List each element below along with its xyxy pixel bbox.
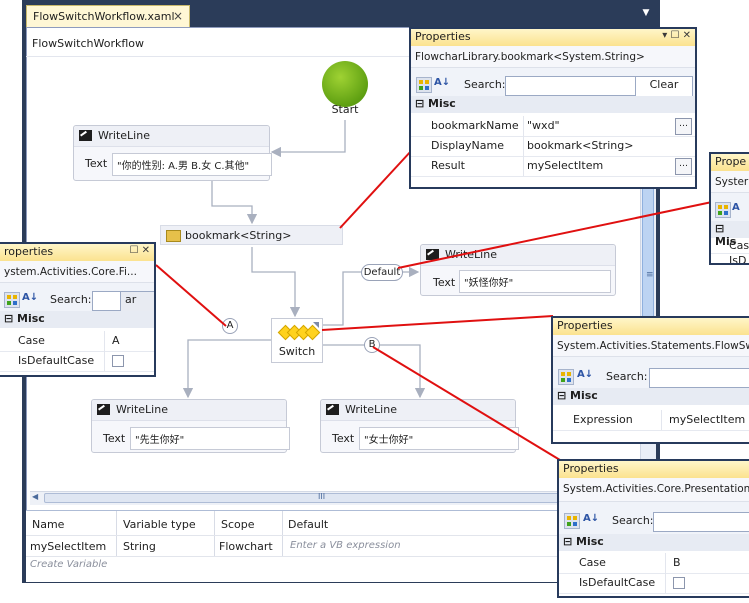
categorized-icon[interactable] [715, 202, 731, 218]
search-label: Search: [612, 514, 654, 527]
property-row[interactable]: Result mySelectItem … [411, 156, 695, 177]
panel-title: Prope [715, 155, 747, 168]
panel-toolbar: A↓ Search: ar [0, 288, 154, 313]
category-label: Misc [428, 97, 456, 110]
sort-alpha-icon[interactable]: A↓ [434, 77, 450, 88]
properties-panel-case-a: roperties ☐ ✕ ystem.Activities.Core.Fi..… [0, 242, 156, 377]
properties-panel-bookmark: Properties ▾ ☐ ✕ FlowcharLibrary.bookmar… [409, 27, 697, 189]
category-misc[interactable]: ⊟ Misc [559, 534, 749, 551]
isdefaultcase-checkbox[interactable] [112, 355, 124, 367]
properties-panel-switch: Properties System.Activities.Statements.… [551, 316, 749, 444]
panel-title-bar[interactable]: Properties [559, 461, 749, 478]
property-value[interactable]: "wxd" [527, 119, 560, 132]
search-input[interactable] [649, 368, 749, 388]
property-row[interactable]: Expression mySelectItem [553, 410, 749, 431]
panel-type-name: ystem.Activities.Core.Fi... [0, 261, 154, 283]
properties-panel-default: Prope Syster A ⊟ Mis Cas IsD [709, 152, 749, 265]
clear-button[interactable]: ar [120, 291, 154, 313]
search-label: Search: [606, 370, 648, 383]
panel-toolbar: A↓ Search: [559, 509, 749, 532]
properties-panel-case-b: Properties System.Activities.Core.Presen… [557, 459, 749, 598]
category-label: Misc [576, 535, 604, 548]
search-input[interactable] [505, 76, 637, 96]
property-grid: ⊟ Misc bookmarkName "wxd" … DisplayName … [411, 96, 695, 187]
property-value[interactable]: mySelectItem [669, 413, 745, 426]
property-key: Case [579, 556, 606, 569]
clear-button[interactable]: Clear [635, 76, 693, 97]
categorized-icon[interactable] [558, 369, 574, 385]
property-row[interactable]: IsDefaultCase [0, 351, 154, 372]
search-label: Search: [464, 78, 506, 91]
panel-type-name: System.Activities.Statements.FlowSw [553, 335, 749, 357]
property-key: IsD [729, 254, 747, 265]
panel-title-bar[interactable]: Properties [553, 318, 749, 335]
panel-title: Properties [563, 462, 619, 475]
property-row[interactable]: DisplayName bookmark<String> [411, 136, 695, 157]
panel-toolbar: A↓ Search: Clear [411, 73, 695, 97]
category-label: Misc [570, 389, 598, 402]
property-row[interactable]: bookmarkName "wxd" … [411, 116, 695, 137]
sort-alpha-icon[interactable]: A↓ [577, 369, 593, 380]
property-value[interactable]: bookmark<String> [527, 139, 633, 152]
categorized-icon[interactable] [416, 77, 432, 93]
categorized-icon[interactable] [564, 513, 580, 529]
property-row[interactable]: Case A [0, 331, 154, 352]
category-misc[interactable]: ⊟ Misc [411, 96, 695, 113]
property-value[interactable]: A [112, 334, 120, 347]
property-grid: ⊟ Misc Expression mySelectItem [553, 388, 749, 442]
isdefaultcase-checkbox[interactable] [673, 577, 685, 589]
property-row[interactable]: Case B [559, 553, 749, 574]
sort-alpha-icon[interactable]: A↓ [583, 513, 599, 524]
property-key: DisplayName [431, 139, 504, 152]
window-controls-icon[interactable]: ▾ ☐ ✕ [662, 30, 691, 41]
panel-type-name: FlowcharLibrary.bookmark<System.String> [411, 46, 695, 68]
property-row[interactable]: Cas [711, 238, 749, 254]
category-label: Misc [17, 312, 45, 325]
panel-toolbar: A [711, 198, 749, 220]
category-misc[interactable]: ⊟ Misc [0, 311, 154, 328]
category-misc[interactable]: ⊟ Misc [553, 388, 749, 405]
panel-title-bar[interactable]: Prope [711, 154, 749, 171]
property-value[interactable]: mySelectItem [527, 159, 603, 172]
ellipsis-button[interactable]: … [675, 158, 692, 175]
panel-title-bar[interactable]: Properties ▾ ☐ ✕ [411, 29, 695, 46]
search-input[interactable] [653, 512, 749, 532]
property-value[interactable]: B [673, 556, 681, 569]
property-key: Result [431, 159, 465, 172]
property-grid: ⊟ Misc Case A IsDefaultCase [0, 311, 154, 375]
search-label: Search: [50, 293, 92, 306]
panel-title: Properties [415, 30, 471, 43]
property-key: Cas [729, 239, 749, 252]
sort-alpha-icon[interactable]: A↓ [22, 292, 38, 303]
property-row[interactable]: IsDefaultCase [559, 573, 749, 594]
property-grid: ⊟ Mis Cas IsD [711, 221, 749, 265]
panel-type-name: Syster [711, 171, 749, 193]
property-key: IsDefaultCase [18, 354, 95, 367]
panel-title: Properties [557, 319, 613, 332]
panel-title: roperties [4, 245, 54, 258]
property-key: IsDefaultCase [579, 576, 656, 589]
category-misc[interactable]: ⊟ Mis [711, 221, 749, 248]
property-key: Case [18, 334, 45, 347]
property-key: bookmarkName [431, 119, 519, 132]
property-grid: ⊟ Misc Case B IsDefaultCase [559, 534, 749, 596]
categorized-icon[interactable] [4, 292, 20, 308]
search-input[interactable] [92, 291, 122, 311]
sort-alpha-icon[interactable]: A [732, 202, 740, 213]
property-row[interactable]: IsD [711, 253, 749, 265]
property-key: Expression [573, 413, 633, 426]
panel-type-name: System.Activities.Core.Presentation. [559, 478, 749, 502]
ellipsis-button[interactable]: … [675, 118, 692, 135]
panel-toolbar: A↓ Search: [553, 365, 749, 388]
window-controls-icon[interactable]: ☐ ✕ [129, 245, 150, 256]
panel-title-bar[interactable]: roperties ☐ ✕ [0, 244, 154, 261]
